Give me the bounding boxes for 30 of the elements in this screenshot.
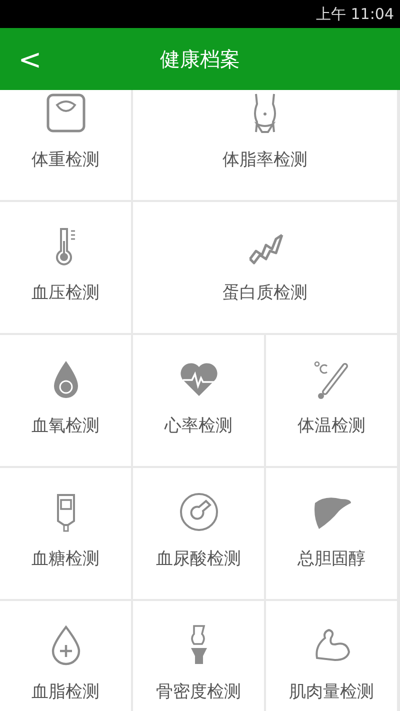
menu-tile[interactable]: 体温检测 [266, 335, 397, 466]
menu-tile[interactable]: 血氧检测 [0, 335, 131, 466]
menu-tile[interactable]: 蛋白质检测 [133, 202, 397, 333]
tile-label: 总胆固醇 [298, 548, 366, 570]
menu-tile[interactable]: 体脂率检测 [133, 90, 397, 200]
page-title: 健康档案 [160, 46, 240, 72]
menu-tile[interactable]: 血脂检测 [0, 601, 131, 711]
scale-icon [44, 92, 86, 134]
menu-tile[interactable]: 血糖检测 [0, 468, 131, 599]
menu-tile[interactable]: 总胆固醇 [266, 468, 397, 599]
menu-tile[interactable]: 血尿酸检测 [133, 468, 264, 599]
tile-label: 骨密度检测 [156, 681, 241, 703]
tile-label: 血糖检测 [32, 548, 100, 570]
tile-label: 血脂检测 [32, 681, 100, 703]
tile-label: 血氧检测 [32, 415, 100, 437]
tile-label: 体温检测 [298, 415, 366, 437]
back-button[interactable]: < [0, 34, 60, 84]
menu-tile[interactable]: 体重检测 [0, 90, 131, 200]
tile-label: 血尿酸检测 [156, 548, 241, 570]
status-time: 上午 11:04 [316, 4, 394, 24]
tile-label: 血压检测 [32, 282, 100, 304]
menu-tile[interactable]: 肌肉量检测 [266, 601, 397, 711]
menu-tile[interactable]: 血压检测 [0, 202, 131, 333]
tile-label: 肌肉量检测 [289, 681, 374, 703]
menu-tile[interactable]: 心率检测 [133, 335, 264, 466]
tile-label: 心率检测 [164, 415, 232, 437]
tile-label: 体重检测 [32, 149, 100, 171]
tile-label: 蛋白质检测 [222, 282, 308, 304]
menu-tile[interactable]: 骨密度检测 [133, 601, 264, 711]
tile-label: 体脂率检测 [222, 149, 308, 171]
